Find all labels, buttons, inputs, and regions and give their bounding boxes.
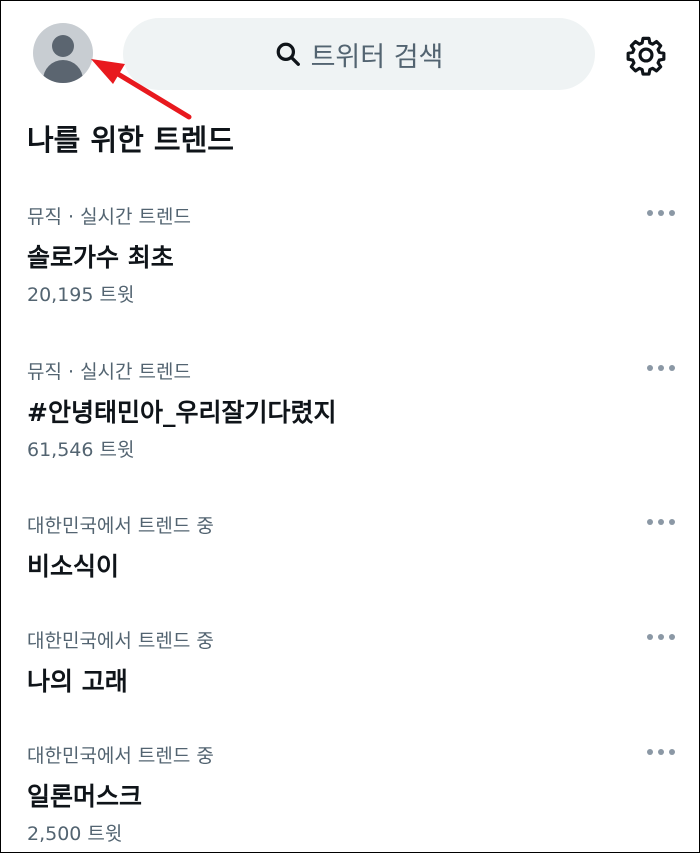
more-horizontal-icon[interactable] — [647, 627, 675, 647]
more-horizontal-icon[interactable] — [647, 512, 675, 532]
avatar-head — [52, 35, 74, 57]
section-title: 나를 위한 트렌드 — [27, 123, 234, 157]
more-horizontal-icon[interactable] — [647, 358, 675, 378]
search-placeholder: 트위터 검색 — [310, 41, 444, 73]
trend-meta: 뮤직 · 실시간 트렌드 — [27, 206, 191, 228]
gear-icon[interactable] — [625, 34, 667, 76]
trend-count: 20,195 트윗 — [27, 284, 135, 306]
trend-meta: 대한민국에서 트렌드 중 — [27, 745, 214, 767]
trend-item[interactable]: 대한민국에서 트렌드 중 비소식이 — [27, 514, 675, 582]
trend-name: 일론머스크 — [27, 782, 143, 811]
avatar-shoulders — [43, 60, 83, 83]
trend-count: 61,546 트윗 — [27, 439, 135, 461]
trend-item[interactable]: 뮤직 · 실시간 트렌드 솔로가수 최초 20,195 트윗 — [27, 205, 675, 307]
trend-name: 나의 고래 — [27, 667, 128, 696]
app-frame: 트위터 검색 나를 위한 트렌드 뮤직 · 실시간 트렌드 솔로가수 최초 20… — [0, 0, 700, 853]
search-icon — [276, 42, 300, 66]
trend-name: 비소식이 — [27, 552, 120, 581]
trend-meta: 뮤직 · 실시간 트렌드 — [27, 361, 191, 383]
trend-meta: 대한민국에서 트렌드 중 — [27, 630, 214, 652]
trend-meta: 대한민국에서 트렌드 중 — [27, 515, 214, 537]
more-horizontal-icon[interactable] — [647, 203, 675, 223]
trend-item[interactable]: 대한민국에서 트렌드 중 나의 고래 — [27, 629, 675, 697]
more-horizontal-icon[interactable] — [647, 742, 675, 762]
trend-count: 2,500 트윗 — [27, 823, 123, 845]
top-bar: 트위터 검색 — [1, 1, 699, 106]
trend-item[interactable]: 뮤직 · 실시간 트렌드 #안녕태민아_우리잘기다렸지 61,546 트윗 — [27, 360, 675, 462]
trend-name: #안녕태민아_우리잘기다렸지 — [27, 398, 337, 427]
trend-item[interactable]: 대한민국에서 트렌드 중 일론머스크 2,500 트윗 — [27, 744, 675, 846]
search-bar[interactable]: 트위터 검색 — [123, 18, 595, 90]
trend-name: 솔로가수 최초 — [27, 243, 174, 272]
profile-avatar[interactable] — [33, 23, 93, 83]
